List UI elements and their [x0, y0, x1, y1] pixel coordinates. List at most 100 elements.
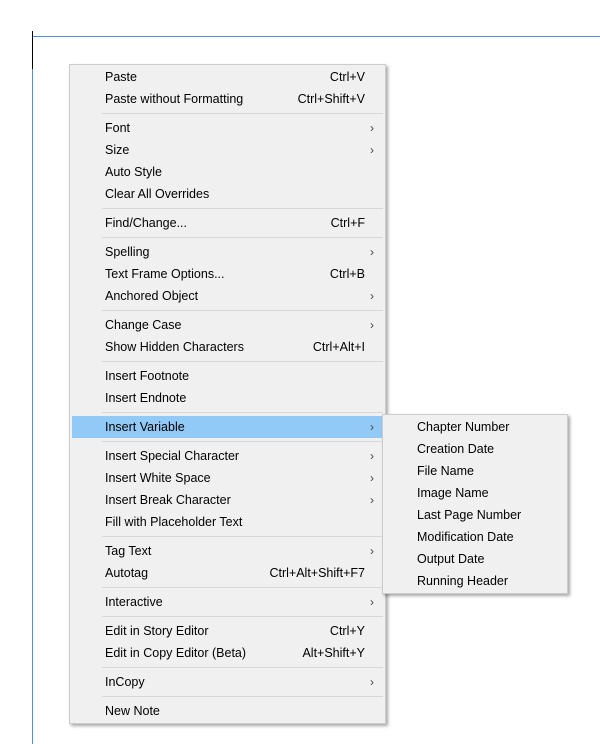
shortcut-label: Ctrl+F: [330, 216, 365, 230]
menu-item-insert-endnote[interactable]: Insert Endnote: [72, 387, 383, 409]
shortcut-label: Ctrl+Shift+V: [297, 92, 365, 106]
menu-item-spelling[interactable]: Spelling ›: [72, 241, 383, 263]
chevron-right-icon: ›: [370, 289, 374, 303]
menu-item-paste[interactable]: Paste Ctrl+V: [72, 66, 383, 88]
menu-item-interactive[interactable]: Interactive ›: [72, 591, 383, 613]
menu-item-label: Clear All Overrides: [105, 187, 210, 201]
chevron-right-icon: ›: [370, 449, 374, 463]
submenu-item-label: Modification Date: [417, 530, 514, 544]
menu-item-insert-special-character[interactable]: Insert Special Character ›: [72, 445, 383, 467]
submenu-item-label: Image Name: [417, 486, 489, 500]
chevron-right-icon: ›: [370, 493, 374, 507]
menu-separator: [102, 616, 383, 617]
menu-item-insert-break-character[interactable]: Insert Break Character ›: [72, 489, 383, 511]
menu-separator: [102, 412, 383, 413]
menu-item-label: Anchored Object: [105, 289, 199, 303]
menu-item-new-note[interactable]: New Note: [72, 700, 383, 722]
shortcut-label: Ctrl+Alt+Shift+F7: [269, 566, 365, 580]
submenu-item-label: Last Page Number: [417, 508, 522, 522]
menu-item-label: Fill with Placeholder Text: [105, 515, 243, 529]
chevron-right-icon: ›: [370, 318, 374, 332]
menu-item-auto-style[interactable]: Auto Style: [72, 161, 383, 183]
menu-item-edit-in-copy-editor-beta[interactable]: Edit in Copy Editor (Beta) Alt+Shift+Y: [72, 642, 383, 664]
text-frame-left-edge: [32, 36, 33, 744]
chevron-right-icon: ›: [370, 245, 374, 259]
menu-item-change-case[interactable]: Change Case ›: [72, 314, 383, 336]
menu-separator: [102, 587, 383, 588]
submenu-item-modification-date[interactable]: Modification Date: [385, 526, 565, 548]
chevron-right-icon: ›: [370, 471, 374, 485]
menu-separator: [102, 667, 383, 668]
menu-item-label: Interactive: [105, 595, 163, 609]
menu-separator: [102, 441, 383, 442]
chevron-right-icon: ›: [370, 544, 374, 558]
shortcut-label: Ctrl+V: [329, 70, 365, 84]
menu-item-edit-in-story-editor[interactable]: Edit in Story Editor Ctrl+Y: [72, 620, 383, 642]
menu-item-clear-all-overrides[interactable]: Clear All Overrides: [72, 183, 383, 205]
menu-item-label: Paste: [105, 70, 137, 84]
menu-item-label: InCopy: [105, 675, 145, 689]
menu-item-label: Tag Text: [105, 544, 152, 558]
menu-item-label: Insert Endnote: [105, 391, 187, 405]
menu-item-label: Spelling: [105, 245, 150, 259]
menu-item-label: Paste without Formatting: [105, 92, 244, 106]
submenu-item-output-date[interactable]: Output Date: [385, 548, 565, 570]
menu-item-font[interactable]: Font ›: [72, 117, 383, 139]
submenu-item-running-header[interactable]: Running Header: [385, 570, 565, 592]
submenu-item-creation-date[interactable]: Creation Date: [385, 438, 565, 460]
submenu-item-chapter-number[interactable]: Chapter Number: [385, 416, 565, 438]
text-cursor: [32, 31, 33, 69]
menu-item-incopy[interactable]: InCopy ›: [72, 671, 383, 693]
chevron-right-icon: ›: [370, 143, 374, 157]
menu-item-text-frame-options[interactable]: Text Frame Options... Ctrl+B: [72, 263, 383, 285]
menu-separator: [102, 310, 383, 311]
submenu-item-label: Creation Date: [417, 442, 495, 456]
menu-item-insert-white-space[interactable]: Insert White Space ›: [72, 467, 383, 489]
menu-item-label: Change Case: [105, 318, 182, 332]
menu-item-label: Edit in Copy Editor (Beta): [105, 646, 247, 660]
menu-item-label: Auto Style: [105, 165, 162, 179]
menu-item-insert-footnote[interactable]: Insert Footnote: [72, 365, 383, 387]
submenu-item-label: Chapter Number: [417, 420, 510, 434]
menu-item-label: Font: [105, 121, 131, 135]
menu-separator: [102, 113, 383, 114]
submenu-item-file-name[interactable]: File Name: [385, 460, 565, 482]
menu-item-paste-without-formatting[interactable]: Paste without Formatting Ctrl+Shift+V: [72, 88, 383, 110]
menu-item-size[interactable]: Size ›: [72, 139, 383, 161]
shortcut-label: Alt+Shift+Y: [302, 646, 365, 660]
menu-item-autotag[interactable]: Autotag Ctrl+Alt+Shift+F7: [72, 562, 383, 584]
insert-variable-submenu: Chapter Number Creation Date File Name Imag…: [382, 414, 568, 594]
menu-item-label: Autotag: [105, 566, 149, 580]
menu-item-insert-variable[interactable]: Insert Variable ›: [72, 416, 383, 438]
menu-separator: [102, 361, 383, 362]
menu-item-label: Insert Variable: [105, 420, 185, 434]
chevron-right-icon: ›: [370, 595, 374, 609]
menu-item-label: Edit in Story Editor: [105, 624, 209, 638]
submenu-item-label: File Name: [417, 464, 474, 478]
menu-item-label: Insert Footnote: [105, 369, 190, 383]
menu-item-find-change[interactable]: Find/Change... Ctrl+F: [72, 212, 383, 234]
submenu-item-label: Output Date: [417, 552, 485, 566]
submenu-item-label: Running Header: [417, 574, 509, 588]
chevron-right-icon: ›: [370, 121, 374, 135]
menu-separator: [102, 208, 383, 209]
menu-item-label: Size: [105, 143, 130, 157]
chevron-right-icon: ›: [370, 675, 374, 689]
menu-item-anchored-object[interactable]: Anchored Object ›: [72, 285, 383, 307]
menu-item-label: New Note: [105, 704, 160, 718]
submenu-item-image-name[interactable]: Image Name: [385, 482, 565, 504]
menu-item-label: Find/Change...: [105, 216, 187, 230]
menu-separator: [102, 696, 383, 697]
shortcut-label: Ctrl+B: [329, 267, 365, 281]
menu-separator: [102, 536, 383, 537]
shortcut-label: Ctrl+Y: [329, 624, 365, 638]
menu-item-label: Insert Break Character: [105, 493, 231, 507]
menu-item-fill-with-placeholder-text[interactable]: Fill with Placeholder Text: [72, 511, 383, 533]
menu-item-tag-text[interactable]: Tag Text ›: [72, 540, 383, 562]
menu-item-label: Insert Special Character: [105, 449, 240, 463]
menu-item-label: Insert White Space: [105, 471, 211, 485]
menu-item-label: Text Frame Options...: [105, 267, 225, 281]
submenu-item-last-page-number[interactable]: Last Page Number: [385, 504, 565, 526]
menu-item-show-hidden-characters[interactable]: Show Hidden Characters Ctrl+Alt+I: [72, 336, 383, 358]
context-menu: Paste Ctrl+V Paste without Formatting Ctrl+…: [69, 64, 386, 724]
